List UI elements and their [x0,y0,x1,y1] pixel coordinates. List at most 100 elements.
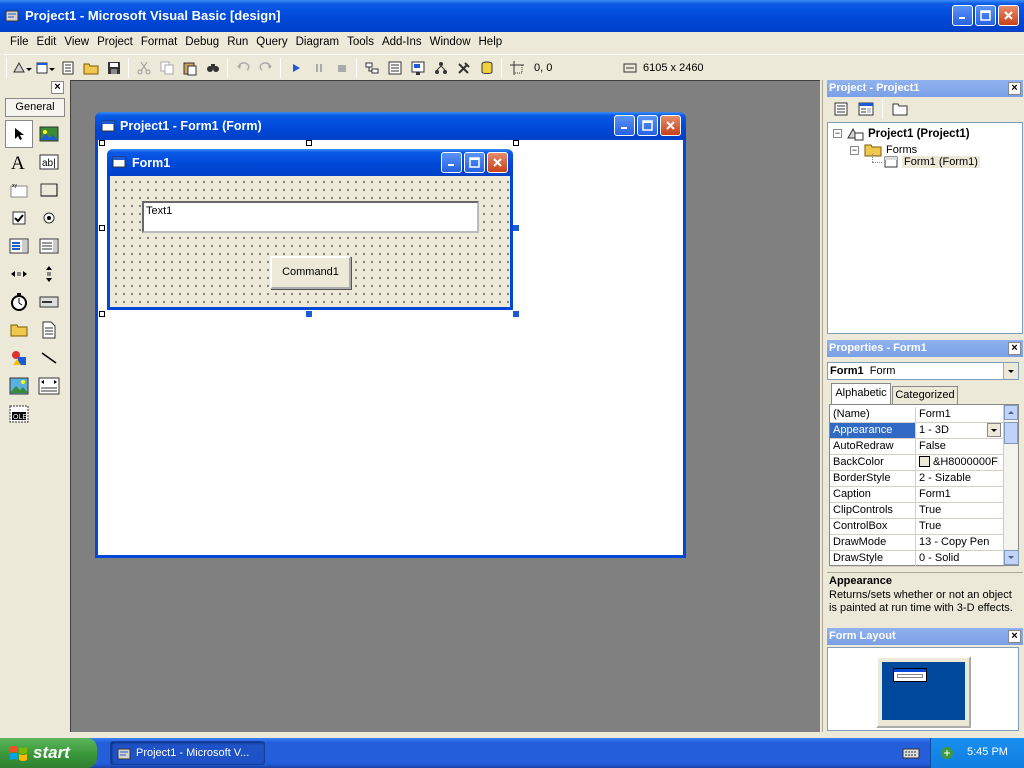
designer-minimize-button[interactable] [614,115,635,136]
menu-run[interactable]: Run [223,32,252,52]
text1-textbox[interactable]: Text1 [142,201,479,233]
line-tool-icon[interactable] [35,344,63,372]
image-tool-icon[interactable] [5,372,33,400]
resize-handle[interactable] [513,311,519,317]
form-layout-close-icon[interactable]: × [1008,630,1021,643]
property-row[interactable]: AutoRedraw False [830,439,1003,455]
property-row[interactable]: Appearance 1 - 3D [830,423,1003,439]
combobox-tool-icon[interactable] [5,232,33,260]
form1[interactable]: Form1 Text1 Command1 [107,149,513,310]
resize-handle[interactable] [306,140,312,146]
scroll-up-icon[interactable] [1004,405,1018,420]
find-icon[interactable] [201,57,224,79]
menu-query[interactable]: Query [252,32,291,52]
properties-close-icon[interactable]: × [1008,342,1021,355]
textbox-tool-icon[interactable]: ab| [35,148,63,176]
taskbar-button-vb[interactable]: Project1 - Microsoft V... [110,741,265,765]
add-project-icon[interactable] [10,57,33,79]
property-value[interactable]: 0 - Solid [916,551,1003,566]
property-row[interactable]: ClipControls True [830,503,1003,519]
resize-handle[interactable] [99,225,105,231]
picturebox-tool-icon[interactable] [35,120,63,148]
view-code-icon[interactable] [829,98,852,120]
resize-handle[interactable] [513,225,519,231]
timer-tool-icon[interactable] [5,288,33,316]
properties-window-icon[interactable] [383,57,406,79]
commandbutton-tool-icon[interactable] [35,176,63,204]
copy-icon[interactable] [155,57,178,79]
property-value[interactable]: &H8000000F [933,456,998,468]
add-form-icon[interactable] [33,57,56,79]
property-value[interactable]: 2 - Sizable [916,471,1003,486]
form1-tree-item[interactable]: Form1 (Form1) [902,156,980,168]
tab-categorized[interactable]: Categorized [892,386,958,404]
checkbox-tool-icon[interactable] [5,204,33,232]
keyboard-icon[interactable] [902,745,920,761]
drivelistbox-tool-icon[interactable] [35,288,63,316]
menu-help[interactable]: Help [475,32,507,52]
project-explorer-icon[interactable] [360,57,383,79]
property-value[interactable]: True [916,519,1003,534]
menu-view[interactable]: View [60,32,93,52]
resize-handle[interactable] [99,311,105,317]
menu-tools[interactable]: Tools [343,32,378,52]
toolbox-close-icon[interactable]: × [51,81,64,94]
property-row[interactable]: BackColor &H8000000F [830,455,1003,471]
property-row[interactable]: Caption Form1 [830,487,1003,503]
chevron-down-icon[interactable] [1003,363,1018,379]
property-value[interactable]: Form1 [916,407,1003,422]
paste-icon[interactable] [178,57,201,79]
form1-maximize-button[interactable] [464,152,485,173]
redo-icon[interactable] [254,57,277,79]
filelistbox-tool-icon[interactable] [35,316,63,344]
open-folder-icon[interactable] [79,57,102,79]
network-icon[interactable] [939,745,955,761]
property-row[interactable]: DrawStyle 0 - Solid [830,551,1003,567]
vb-app-icon[interactable] [5,8,21,24]
menu-window[interactable]: Window [426,32,475,52]
tree-collapse-icon[interactable]: − [850,146,859,155]
object-selector[interactable]: Form1 Form [827,362,1019,380]
hscrollbar-tool-icon[interactable] [5,260,33,288]
maximize-button[interactable] [975,5,996,26]
ole-tool-icon[interactable]: OLE [5,400,33,428]
form1-minimize-button[interactable] [441,152,462,173]
form1-close-button[interactable] [487,152,508,173]
property-row[interactable]: BorderStyle 2 - Sizable [830,471,1003,487]
menu-editor-icon[interactable] [56,57,79,79]
form-position-preview[interactable] [893,668,927,682]
tree-collapse-icon[interactable]: − [833,129,842,138]
scroll-thumb[interactable] [1004,422,1018,444]
resize-handle[interactable] [513,140,519,146]
properties-scrollbar[interactable] [1003,405,1019,565]
view-object-icon[interactable] [854,98,877,120]
property-value[interactable]: False [916,439,1003,454]
save-icon[interactable] [102,57,125,79]
property-value[interactable]: 1 - 3D [919,424,949,436]
property-row[interactable]: DrawMode 13 - Copy Pen [830,535,1003,551]
minimize-button[interactable] [952,5,973,26]
menu-format[interactable]: Format [137,32,181,52]
property-value[interactable]: 13 - Copy Pen [916,535,1003,550]
break-icon[interactable] [307,57,330,79]
scroll-down-icon[interactable] [1004,550,1019,565]
optionbutton-tool-icon[interactable] [35,204,63,232]
command1-button[interactable]: Command1 [270,256,351,289]
data-tool-icon[interactable] [35,372,63,400]
menu-diagram[interactable]: Diagram [292,32,343,52]
dirlistbox-tool-icon[interactable] [5,316,33,344]
toggle-folders-icon[interactable] [888,98,911,120]
property-row[interactable]: ControlBox True [830,519,1003,535]
start-run-icon[interactable] [284,57,307,79]
tab-alphabetic[interactable]: Alphabetic [831,383,891,404]
property-value-wrap[interactable]: &H8000000F [916,455,1003,470]
resize-handle[interactable] [306,311,312,317]
data-view-icon[interactable] [475,57,498,79]
property-value[interactable]: True [916,503,1003,518]
start-button[interactable]: start [0,738,97,768]
menu-file[interactable]: File [6,32,33,52]
menu-add-ins[interactable]: Add-Ins [378,32,426,52]
designer-maximize-button[interactable] [637,115,658,136]
frame-tool-icon[interactable]: xy [5,176,33,204]
menu-edit[interactable]: Edit [33,32,61,52]
